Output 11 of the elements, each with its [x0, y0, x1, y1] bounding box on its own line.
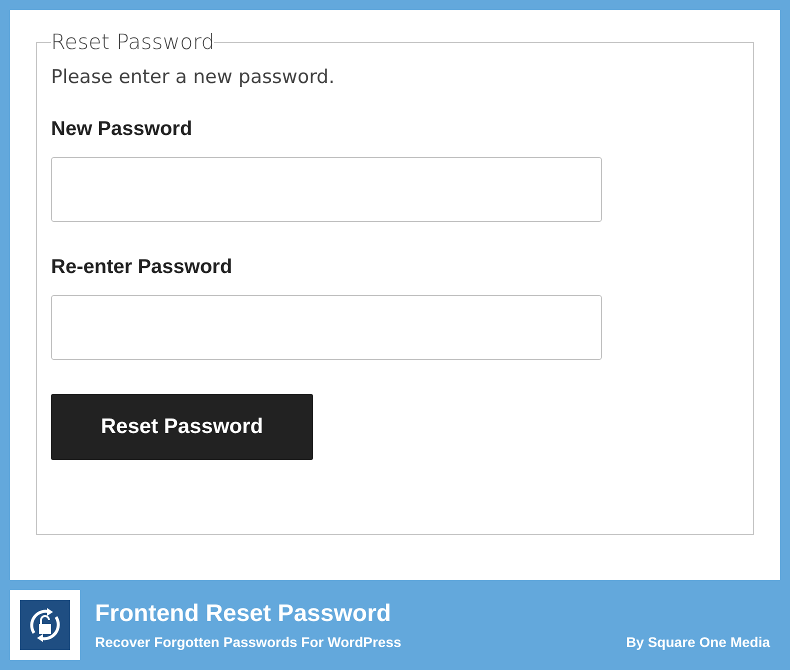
password-field[interactable]: [51, 295, 602, 360]
field-label: Re-enter Password: [51, 256, 234, 279]
reset-password-button[interactable]: Reset Password: [51, 394, 313, 460]
plugin-title: Frontend Reset Password: [95, 600, 392, 628]
form-legend: Reset Password: [51, 30, 214, 54]
plugin-author: By Square One Media: [626, 634, 770, 650]
lock-refresh-icon: [10, 590, 80, 660]
plugin-subtitle: Recover Forgotten Passwords For WordPress: [95, 634, 402, 650]
password-field[interactable]: [51, 157, 602, 222]
field-label: New Password: [51, 118, 194, 141]
intro-text: Please enter a new password.: [51, 66, 336, 88]
